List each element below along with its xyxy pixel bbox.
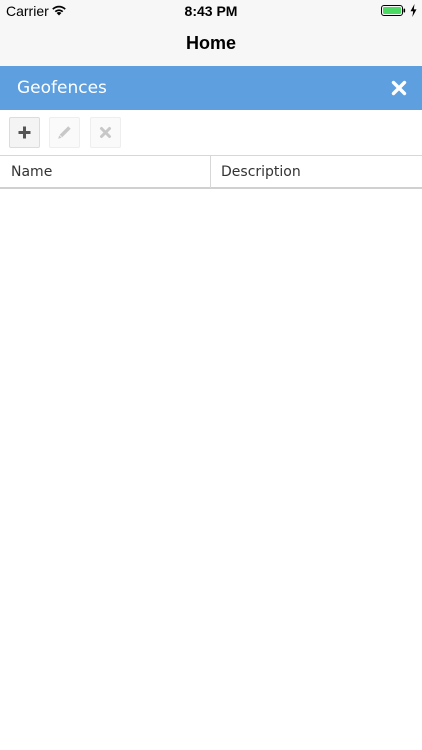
table-body — [0, 189, 422, 750]
panel-header: Geofences — [0, 66, 422, 110]
app-screen: Carrier 8:43 PM Home Geofences Name Desc… — [0, 0, 422, 750]
toolbar — [0, 110, 422, 155]
pencil-icon — [58, 126, 71, 139]
charging-bolt-icon — [410, 4, 417, 17]
battery-icon — [381, 5, 406, 16]
close-icon[interactable] — [390, 79, 408, 97]
column-header-description[interactable]: Description — [211, 156, 422, 188]
edit-geofence-button[interactable] — [49, 117, 80, 148]
delete-icon — [100, 127, 111, 138]
column-header-name[interactable]: Name — [0, 156, 211, 188]
navigation-bar: Home — [0, 22, 422, 66]
nav-title: Home — [185, 33, 236, 53]
delete-geofence-button[interactable] — [90, 117, 121, 148]
panel-title: Geofences — [17, 78, 107, 98]
status-time: 8:43 PM — [184, 3, 238, 19]
add-geofence-button[interactable] — [9, 117, 40, 148]
plus-icon — [18, 126, 31, 139]
status-bar: Carrier 8:43 PM — [0, 0, 422, 22]
table-header: Name Description — [0, 155, 422, 189]
